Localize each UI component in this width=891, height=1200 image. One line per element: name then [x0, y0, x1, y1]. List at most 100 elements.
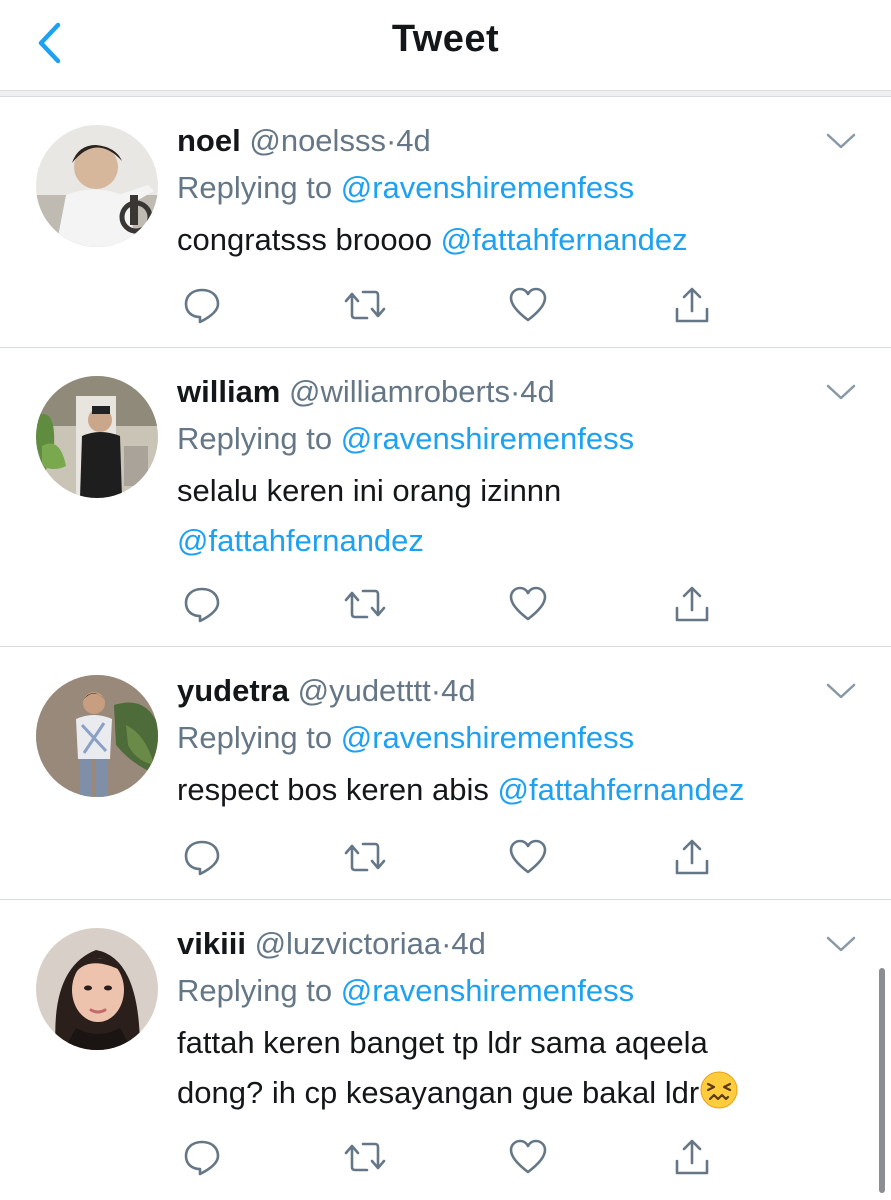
tweet-content: noel @noelsss·4d Replying to @ravenshire…: [177, 119, 871, 265]
tweet-meta: noel @noelsss·4d: [177, 119, 871, 163]
replying-label: Replying to: [177, 170, 341, 205]
reply-tweet[interactable]: noel @noelsss·4d Replying to @ravenshire…: [0, 97, 891, 348]
like-icon: [509, 839, 547, 874]
reply-icon: [184, 288, 220, 324]
reply-icon: [184, 1140, 220, 1176]
tweet-mention[interactable]: @fattahfernandez: [177, 523, 424, 558]
tweet-mention[interactable]: @fattahfernandez: [498, 772, 745, 807]
like-icon: [509, 1139, 547, 1174]
separator-dot: ·: [385, 123, 397, 158]
tweet-mention[interactable]: @fattahfernandez: [441, 222, 688, 257]
tweet-body: selalu keren ini orang izinnn: [177, 473, 562, 508]
replying-to: Replying to @ravenshiremenfess: [177, 414, 871, 464]
reply-tweet[interactable]: vikiii @luzvictoriaa·4d Replying to @rav…: [0, 900, 891, 1200]
tweet-text: respect bos keren abis @fattahfernandez: [177, 765, 871, 815]
retweet-button[interactable]: [343, 835, 387, 879]
tweet-content: william @williamroberts·4d Replying to @…: [177, 370, 871, 566]
tweet-content: yudetra @yudetttt·4d Replying to @ravens…: [177, 669, 871, 815]
chevron-down-icon[interactable]: [825, 934, 857, 954]
retweet-button[interactable]: [343, 582, 387, 626]
action-bar: [180, 582, 720, 626]
tweet-text: selalu keren ini orang izinnn @fattahfern…: [177, 466, 871, 566]
reply-tweet[interactable]: william @williamroberts·4d Replying to @…: [0, 348, 891, 647]
user-name[interactable]: william: [177, 374, 280, 409]
retweet-icon: [344, 842, 386, 872]
reply-icon: [184, 840, 220, 876]
user-handle[interactable]: @luzvictoriaa: [255, 926, 442, 961]
like-button[interactable]: [506, 1135, 550, 1179]
like-button[interactable]: [506, 283, 550, 327]
tweet-body-line1: fattah keren banget tp ldr sama aqeela: [177, 1025, 708, 1060]
replying-to: Replying to @ravenshiremenfess: [177, 163, 871, 213]
tweet-meta: william @williamroberts·4d: [177, 370, 871, 414]
replying-label: Replying to: [177, 421, 341, 456]
page-title: Tweet: [391, 18, 500, 60]
separator-dot: ·: [430, 673, 442, 708]
action-bar: [180, 283, 720, 327]
like-button[interactable]: [506, 582, 550, 626]
replying-label: Replying to: [177, 973, 341, 1008]
share-icon: [675, 586, 709, 622]
reply-icon: [184, 587, 220, 623]
replying-mention[interactable]: @ravenshiremenfess: [341, 720, 634, 755]
reply-button[interactable]: [180, 582, 224, 626]
share-button[interactable]: [670, 835, 714, 879]
action-bar: [180, 1135, 720, 1179]
avatar[interactable]: [36, 125, 158, 247]
retweet-icon: [344, 290, 386, 320]
separator-dot: ·: [441, 926, 452, 961]
timestamp: 4d: [396, 123, 431, 158]
replying-mention[interactable]: @ravenshiremenfess: [341, 170, 634, 205]
top-bar: Tweet: [0, 0, 891, 91]
tweet-meta: vikiii @luzvictoriaa·4d: [177, 922, 871, 966]
share-button[interactable]: [670, 283, 714, 327]
retweet-button[interactable]: [343, 1135, 387, 1179]
reply-button[interactable]: [180, 1135, 224, 1179]
avatar[interactable]: [36, 928, 158, 1050]
tweet-meta: yudetra @yudetttt·4d: [177, 669, 871, 713]
user-name[interactable]: vikiii: [177, 926, 246, 961]
separator-dot: ·: [509, 374, 521, 409]
replying-mention[interactable]: @ravenshiremenfess: [341, 973, 634, 1008]
like-button[interactable]: [506, 835, 550, 879]
tweet-body: congratsss broooo: [177, 222, 441, 257]
chevron-down-icon[interactable]: [825, 382, 857, 402]
share-icon: [675, 839, 709, 875]
timestamp: 4d: [441, 673, 476, 708]
avatar[interactable]: [36, 675, 158, 797]
retweet-icon: [344, 589, 386, 619]
reply-button[interactable]: [180, 283, 224, 327]
chevron-down-icon[interactable]: [825, 681, 857, 701]
replying-to: Replying to @ravenshiremenfess: [177, 966, 871, 1016]
share-button[interactable]: [670, 1135, 714, 1179]
user-handle[interactable]: @noelsss: [249, 123, 386, 158]
replying-to: Replying to @ravenshiremenfess: [177, 713, 871, 763]
avatar[interactable]: [36, 376, 158, 498]
replying-label: Replying to: [177, 720, 341, 755]
like-icon: [509, 586, 547, 621]
like-icon: [509, 287, 547, 322]
reply-button[interactable]: [180, 835, 224, 879]
scrollbar[interactable]: [879, 968, 885, 1193]
tweet-text: fattah keren banget tp ldr sama aqeela d…: [177, 1018, 871, 1118]
retweet-icon: [344, 1142, 386, 1172]
reply-tweet[interactable]: yudetra @yudetttt·4d Replying to @ravens…: [0, 647, 891, 900]
tweet-text: congratsss broooo @fattahfernandez: [177, 215, 871, 265]
replying-mention[interactable]: @ravenshiremenfess: [341, 421, 634, 456]
timestamp: 4d: [451, 926, 486, 961]
tweet-content: vikiii @luzvictoriaa·4d Replying to @rav…: [177, 922, 871, 1118]
share-icon: [675, 287, 709, 323]
timestamp: 4d: [520, 374, 555, 409]
retweet-button[interactable]: [343, 283, 387, 327]
user-handle[interactable]: @williamroberts: [289, 374, 510, 409]
tweet-body: respect bos keren abis: [177, 772, 498, 807]
user-handle[interactable]: @yudetttt: [298, 673, 431, 708]
share-icon: [675, 1139, 709, 1175]
share-button[interactable]: [670, 582, 714, 626]
tweet-body-line2: dong? ih cp kesayangan gue bakal ldr: [177, 1075, 700, 1110]
action-bar: [180, 835, 720, 879]
confounded-face-emoji: [700, 1071, 738, 1109]
chevron-down-icon[interactable]: [825, 131, 857, 151]
user-name[interactable]: noel: [177, 123, 241, 158]
user-name[interactable]: yudetra: [177, 673, 289, 708]
